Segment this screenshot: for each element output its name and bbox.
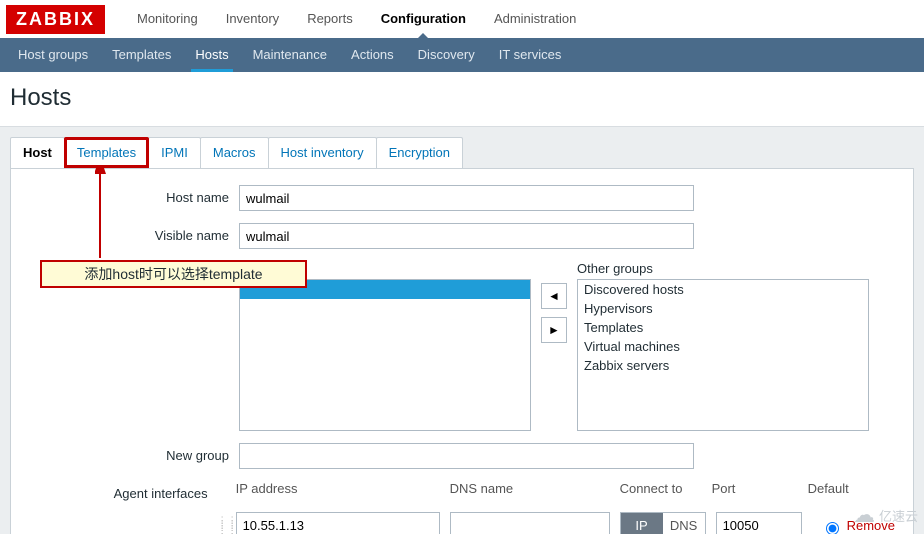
iface-connect-dns[interactable]: DNS <box>663 513 705 534</box>
iface-header-dns: DNS name <box>450 481 610 496</box>
list-item[interactable]: Templates <box>578 318 868 337</box>
sub-navigation: Host groups Templates Hosts Maintenance … <box>0 38 924 72</box>
iface-ip-input[interactable] <box>236 512 440 534</box>
iface-default-radio[interactable] <box>826 522 839 534</box>
subnav-it-services[interactable]: IT services <box>487 38 574 72</box>
watermark-text: 亿速云 <box>879 506 918 525</box>
tab-host[interactable]: Host <box>10 137 65 168</box>
iface-headers: IP address DNS name Connect to Port Defa… <box>218 481 849 496</box>
topnav-administration[interactable]: Administration <box>480 0 590 38</box>
host-name-label: Host name <box>29 185 239 205</box>
page-title: Hosts <box>0 72 924 126</box>
top-navigation: ZABBIX Monitoring Inventory Reports Conf… <box>0 0 924 38</box>
move-right-button[interactable]: ► <box>541 317 567 343</box>
subnav-hosts[interactable]: Hosts <box>183 38 240 72</box>
subnav-templates[interactable]: Templates <box>100 38 183 72</box>
annotation-callout: 添加host时可以选择template <box>40 260 307 288</box>
visible-name-label: Visible name <box>29 223 239 243</box>
topnav-reports[interactable]: Reports <box>293 0 367 38</box>
host-name-input[interactable] <box>239 185 694 211</box>
list-item[interactable]: Zabbix servers <box>578 356 868 375</box>
form-tabs: Host Templates IPMI Macros Host inventor… <box>0 127 924 168</box>
content-area: Host Templates IPMI Macros Host inventor… <box>0 126 924 534</box>
subnav-maintenance[interactable]: Maintenance <box>241 38 339 72</box>
in-groups-listbox[interactable] <box>239 279 531 431</box>
iface-row: ⋮⋮⋮⋮⋮⋮ IP DNS Remove <box>218 512 895 534</box>
zabbix-logo: ZABBIX <box>6 5 105 34</box>
subnav-actions[interactable]: Actions <box>339 38 406 72</box>
iface-header-default: Default <box>808 481 849 496</box>
subnav-discovery[interactable]: Discovery <box>406 38 487 72</box>
list-item[interactable]: Virtual machines <box>578 337 868 356</box>
iface-dns-input[interactable] <box>450 512 610 534</box>
topnav-monitoring[interactable]: Monitoring <box>123 0 212 38</box>
new-group-input[interactable] <box>239 443 694 469</box>
iface-port-input[interactable] <box>716 512 802 534</box>
tab-macros[interactable]: Macros <box>200 137 269 168</box>
iface-header-connect: Connect to <box>620 481 710 496</box>
cloud-icon: ☁ <box>853 502 875 528</box>
tab-encryption[interactable]: Encryption <box>376 137 463 168</box>
move-left-button[interactable]: ◄ <box>541 283 567 309</box>
topnav-configuration[interactable]: Configuration <box>367 0 480 38</box>
iface-header-port: Port <box>712 481 798 496</box>
list-item[interactable]: Discovered hosts <box>578 280 868 299</box>
watermark: ☁ 亿速云 <box>853 502 918 528</box>
tab-ipmi[interactable]: IPMI <box>148 137 201 168</box>
tab-host-inventory[interactable]: Host inventory <box>268 137 377 168</box>
subnav-host-groups[interactable]: Host groups <box>6 38 100 72</box>
iface-connect-toggle[interactable]: IP DNS <box>620 512 706 534</box>
drag-handle-icon[interactable]: ⋮⋮⋮⋮⋮⋮ <box>218 518 232 533</box>
new-group-label: New group <box>29 443 239 463</box>
other-groups-listbox[interactable]: Discovered hosts Hypervisors Templates V… <box>577 279 869 431</box>
host-form: Host name Visible name Groups In groups … <box>10 168 914 534</box>
agent-interfaces-label: Agent interfaces <box>29 481 218 501</box>
list-item[interactable]: Hypervisors <box>578 299 868 318</box>
iface-header-ip: IP address <box>236 481 440 496</box>
visible-name-input[interactable] <box>239 223 694 249</box>
topnav-inventory[interactable]: Inventory <box>212 0 293 38</box>
iface-connect-ip[interactable]: IP <box>621 513 663 534</box>
tab-templates[interactable]: Templates <box>64 137 149 168</box>
other-groups-label: Other groups <box>577 261 869 276</box>
